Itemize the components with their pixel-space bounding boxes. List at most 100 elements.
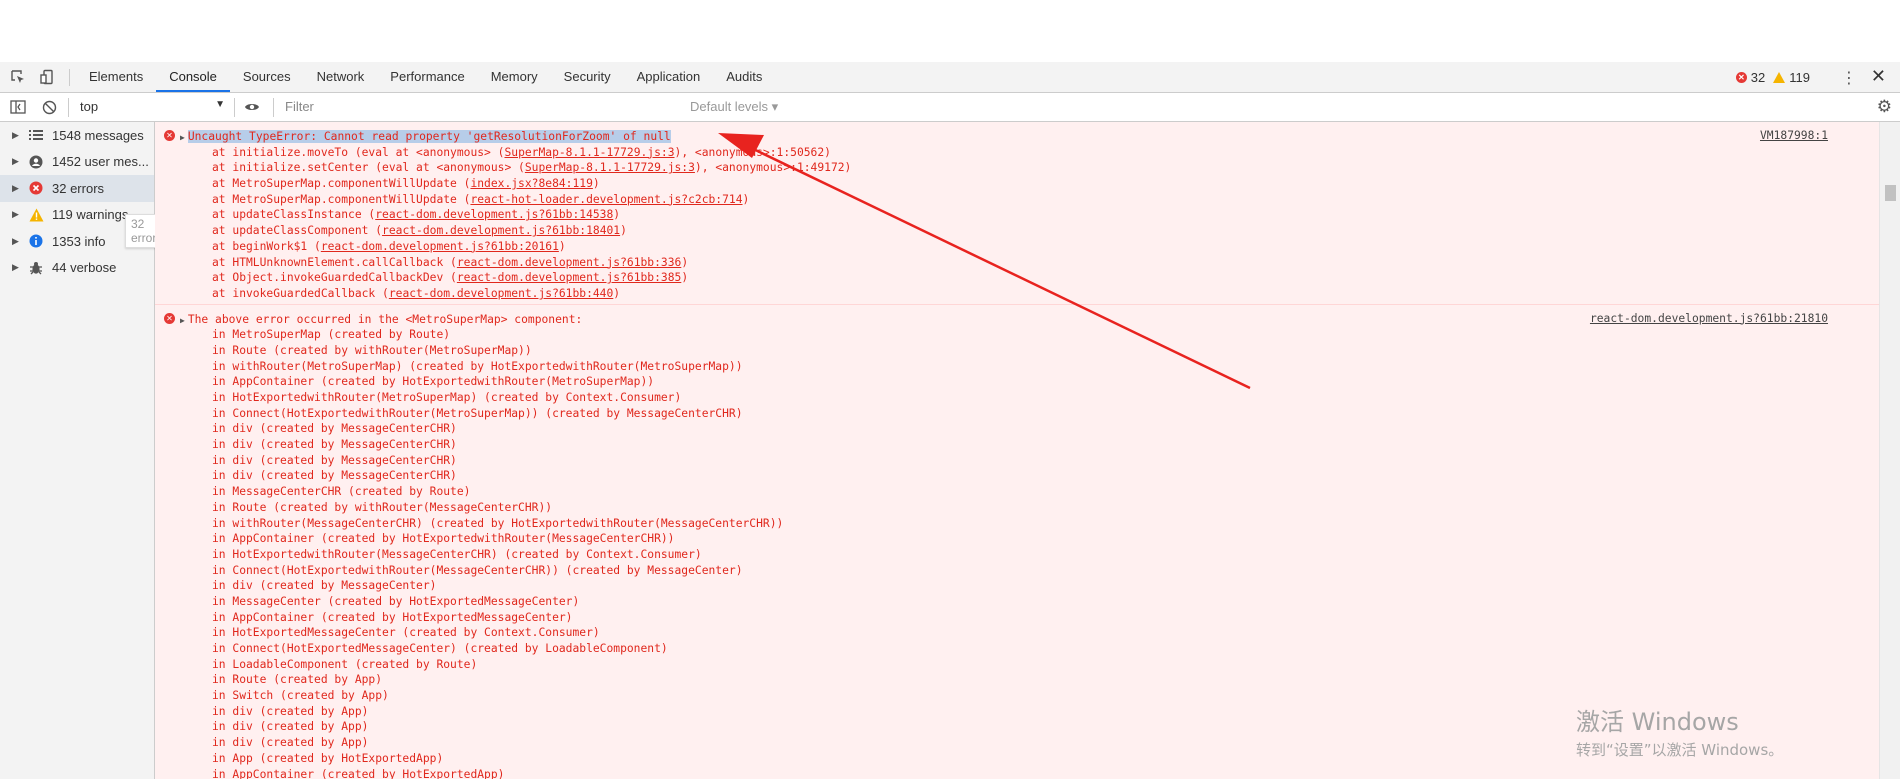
close-icon[interactable]: ✕ <box>1871 66 1886 87</box>
scrollbar[interactable] <box>1879 122 1900 779</box>
component-stack-line: in Route (created by App) <box>212 673 383 687</box>
sidebar-item-label: 32 errors <box>52 180 105 196</box>
tab-memory[interactable]: Memory <box>478 62 551 92</box>
source-link[interactable]: VM187998:1 <box>1760 129 1828 142</box>
component-stack-line: in div (created by MessageCenterCHR) <box>212 453 457 467</box>
stack-frame-text: at MetroSuperMap.componentWillUpdate ( <box>212 177 471 191</box>
stack-frame-text: at updateClassComponent ( <box>212 224 383 238</box>
expand-triangle-icon[interactable]: ▶ <box>12 209 26 220</box>
device-toolbar-icon[interactable] <box>38 68 56 86</box>
sidebar-item-errors[interactable]: ▶ 32 errors <box>0 175 154 202</box>
component-stack-line: in div (created by MessageCenterCHR) <box>212 422 457 436</box>
stack-frame-text: ) <box>613 286 621 300</box>
component-stack-line: in MessageCenter (created by HotExported… <box>212 594 580 608</box>
stack-frame-link[interactable]: SuperMap-8.1.1-17729.js:3 <box>504 146 674 159</box>
expand-triangle-icon[interactable]: ▶ <box>12 183 26 194</box>
error-text: Uncaught TypeError: Cannot read property… <box>187 130 671 143</box>
component-stack-line: in Connect(HotExportedMessageCenter) (cr… <box>212 642 668 655</box>
component-stack-line: in AppContainer (created by HotExportedA… <box>212 767 505 779</box>
windows-activation-watermark: 激活 Windows 转到“设置”以激活 Windows。 <box>1576 702 1783 760</box>
devtools-tab-bar: Elements Console Sources Network Performance… <box>0 62 1900 93</box>
stack-frame-link[interactable]: react-dom.development.js?61bb:20161 <box>321 240 559 253</box>
sidebar-item-label: 1452 user mes... <box>52 154 149 170</box>
component-stack-line: in withRouter(MetroSuperMap) (created by… <box>212 359 743 373</box>
component-stack-line: in HotExportedwithRouter(MetroSuperMap) … <box>212 391 682 404</box>
stack-frame: at initialize.moveTo (eval at <anonymous… <box>155 145 1880 161</box>
component-stack-line: in div (created by MessageCenterCHR) <box>212 438 457 452</box>
source-link[interactable]: react-dom.development.js?61bb:21810 <box>1590 312 1828 325</box>
stack-frame-text: ) <box>558 239 566 253</box>
expand-triangle-icon[interactable]: ▶ <box>12 236 26 247</box>
list-icon <box>26 127 46 143</box>
console-settings-gear-icon[interactable]: ⚙ <box>1877 97 1892 117</box>
scrollbar-thumb[interactable] <box>1885 185 1896 201</box>
sidebar-item-verbose[interactable]: ▶ 44 verbose <box>0 255 154 282</box>
inspect-element-icon[interactable] <box>9 68 27 86</box>
expand-triangle-icon[interactable]: ▶ <box>12 262 26 273</box>
stack-frame-text: ) <box>742 192 750 206</box>
expand-triangle-icon[interactable]: ▶ <box>180 316 185 325</box>
stack-frame: at Object.invokeGuardedCallbackDev (reac… <box>155 270 1880 286</box>
stack-frame-text: ), <anonymous>:1:50562) <box>674 145 831 159</box>
expand-triangle-icon[interactable]: ▶ <box>180 133 185 142</box>
component-stack-line: in div (created by MessageCenter) <box>212 579 437 593</box>
issue-counters[interactable]: ✕ 32 119 <box>1735 62 1810 92</box>
tab-performance[interactable]: Performance <box>377 62 477 92</box>
stack-frame-text: ), <anonymous>:1:49172) <box>694 161 852 175</box>
stack-frame-link[interactable]: react-dom.development.js?61bb:18401 <box>382 224 620 237</box>
sidebar-item-user-mes[interactable]: ▶ 1452 user mes... <box>0 149 154 176</box>
component-stack-line: in Route (created by withRouter(MetroSup… <box>212 343 532 357</box>
clear-console-icon[interactable] <box>40 98 58 116</box>
stack-trace: at initialize.moveTo (eval at <anonymous… <box>155 145 1880 302</box>
tab-audits[interactable]: Audits <box>713 62 775 92</box>
stack-frame-link[interactable]: react-dom.development.js?61bb:440 <box>389 287 613 300</box>
warning-icon <box>26 207 46 223</box>
more-options-icon[interactable]: ⋮ <box>1841 68 1857 87</box>
error-icon: ✕ <box>164 312 175 324</box>
live-expression-eye-icon[interactable] <box>243 98 261 116</box>
component-stack-line: in AppContainer (created by HotExportedM… <box>212 610 573 624</box>
tab-elements[interactable]: Elements <box>76 62 156 92</box>
stack-frame-text: at Object.invokeGuardedCallbackDev ( <box>212 271 457 285</box>
stack-frame-text: at invokeGuardedCallback ( <box>212 286 389 300</box>
tab-security[interactable]: Security <box>551 62 624 92</box>
context-selector[interactable]: top ▼ <box>80 99 225 116</box>
stack-frame-link[interactable]: SuperMap-8.1.1-17729.js:3 <box>525 161 695 174</box>
stack-frame-text: ) <box>592 177 600 191</box>
component-stack-line: in div (created by MessageCenterCHR) <box>212 469 457 483</box>
error-icon: ✕ <box>164 130 175 141</box>
stack-frame-link[interactable]: react-dom.development.js?61bb:385 <box>457 271 681 284</box>
stack-frame-link[interactable]: react-hot-loader.development.js?c2cb:714 <box>470 193 742 206</box>
stack-frame-text: ) <box>613 208 621 222</box>
context-value: top <box>80 99 99 114</box>
sidebar-toggle-icon[interactable] <box>9 98 27 116</box>
stack-frame-link[interactable]: react-dom.development.js?61bb:14538 <box>375 208 613 221</box>
tab-network[interactable]: Network <box>304 62 378 92</box>
sidebar-item-messages[interactable]: ▶ 1548 messages <box>0 122 154 149</box>
info-icon <box>26 233 46 249</box>
watermark-line2: 转到“设置”以激活 Windows。 <box>1576 741 1784 759</box>
filter-input[interactable]: Filter <box>285 99 675 114</box>
default-levels-dropdown[interactable]: Default levels ▾ <box>690 99 778 115</box>
tab-console[interactable]: Console <box>156 62 230 92</box>
stack-frame-text: ) <box>620 224 627 238</box>
component-stack-line: in Connect(HotExportedwithRouter(MetroSu… <box>212 406 743 420</box>
component-stack-line: in MetroSuperMap (created by Route) <box>212 328 451 342</box>
toolbar-separator <box>234 98 235 117</box>
tab-sources[interactable]: Sources <box>230 62 304 92</box>
blank-area <box>0 0 1900 60</box>
sidebar-item-label: 1548 messages <box>52 127 144 143</box>
stack-frame-link[interactable]: react-dom.development.js?61bb:336 <box>457 256 681 269</box>
sidebar-item-label: 1353 info <box>52 233 106 249</box>
error-text: The above error occurred in the <MetroSu… <box>187 312 583 326</box>
error-message[interactable]: ✕ VM187998:1 ▶ Uncaught TypeError: Cannot… <box>155 122 1880 305</box>
error-icon <box>26 180 46 196</box>
expand-triangle-icon[interactable]: ▶ <box>12 156 26 167</box>
stack-frame-text: at HTMLUnknownElement.callCallback ( <box>212 255 457 269</box>
component-stack-line: in LoadableComponent (created by Route) <box>212 657 478 671</box>
stack-frame-link[interactable]: index.jsx?8e84:119 <box>470 177 592 190</box>
tab-application[interactable]: Application <box>624 62 714 92</box>
expand-triangle-icon[interactable]: ▶ <box>12 130 26 141</box>
component-stack-line: in AppContainer (created by HotExportedw… <box>212 532 675 546</box>
component-stack-line: in MessageCenterCHR (created by Route) <box>212 485 471 499</box>
